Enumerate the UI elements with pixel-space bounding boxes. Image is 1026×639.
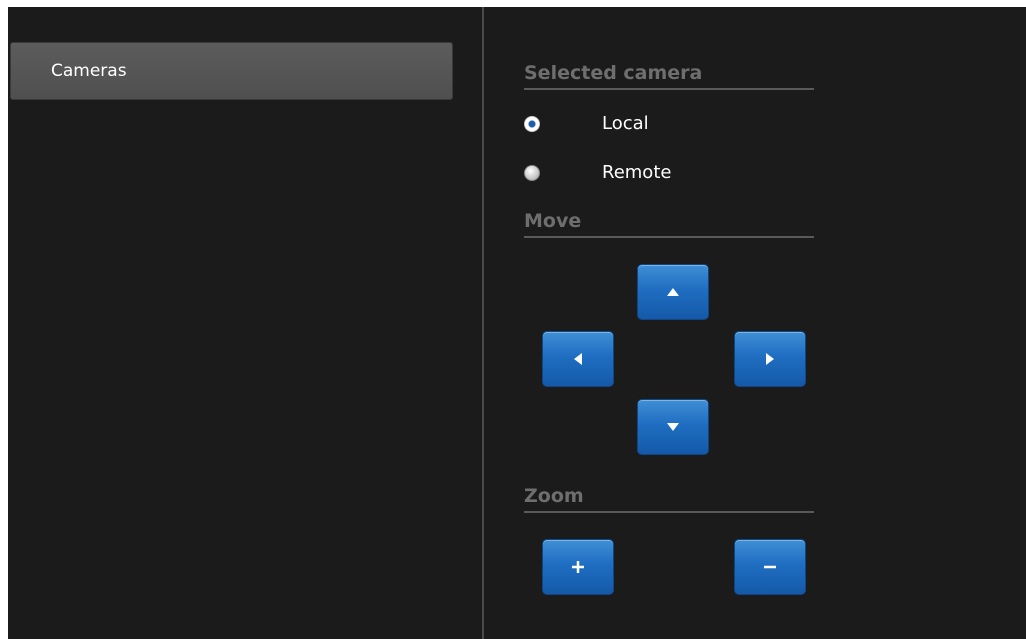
local-label: Local <box>602 113 649 134</box>
camera-option-remote[interactable]: Remote <box>524 161 724 187</box>
sidebar: Cameras <box>8 7 482 639</box>
selected-camera-heading: Selected camera <box>524 62 814 90</box>
plus-icon <box>572 561 584 573</box>
camera-controls-panel: Selected camera Local Remote Move Zoom <box>484 7 1026 639</box>
move-down-button[interactable] <box>637 399 709 455</box>
sidebar-item-label: Cameras <box>51 61 127 81</box>
zoom-heading: Zoom <box>524 485 814 513</box>
sidebar-item-cameras[interactable]: Cameras <box>10 42 453 100</box>
remote-radio[interactable] <box>524 165 540 181</box>
zoom-in-button[interactable] <box>542 539 614 595</box>
arrow-down-icon <box>667 423 679 431</box>
camera-option-local[interactable]: Local <box>524 112 724 138</box>
local-radio[interactable] <box>524 116 540 132</box>
arrow-up-icon <box>667 288 679 296</box>
camera-settings-window: Cameras Selected camera Local Remote Mov… <box>8 7 1026 639</box>
minus-icon <box>764 565 776 569</box>
zoom-out-button[interactable] <box>734 539 806 595</box>
move-left-button[interactable] <box>542 331 614 387</box>
move-heading: Move <box>524 210 814 238</box>
move-up-button[interactable] <box>637 264 709 320</box>
move-right-button[interactable] <box>734 331 806 387</box>
arrow-left-icon <box>574 353 582 365</box>
arrow-right-icon <box>766 353 774 365</box>
remote-label: Remote <box>602 162 672 183</box>
